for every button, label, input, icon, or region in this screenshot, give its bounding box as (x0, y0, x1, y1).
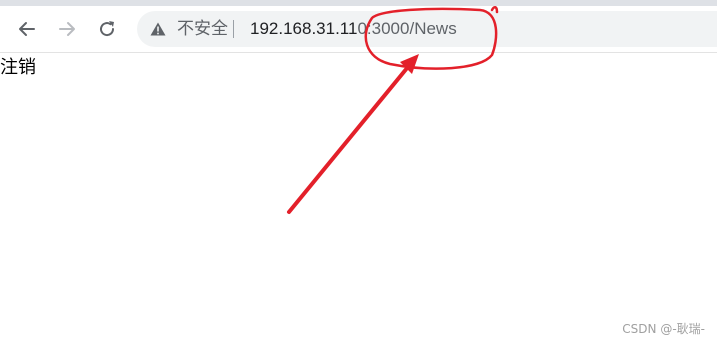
security-status-label[interactable]: 不安全 (177, 11, 228, 47)
logout-link[interactable]: 注销 (0, 57, 36, 79)
annotation-arrowhead (400, 54, 419, 74)
url-port-path: 0:3000/News (357, 19, 457, 38)
arrow-right-icon (59, 22, 75, 36)
warning-icon[interactable] (150, 22, 166, 36)
reload-button[interactable] (90, 12, 124, 46)
url-text[interactable]: 192.168.31.110:3000/News (250, 11, 457, 47)
reload-icon (100, 21, 115, 37)
annotation-arrow (287, 60, 414, 214)
watermark-text: CSDN @-耿瑞- (622, 322, 705, 336)
forward-button[interactable] (50, 12, 84, 46)
browser-toolbar: 不安全 192.168.31.110:3000/News (0, 6, 717, 53)
url-host: 192.168.31.11 (250, 19, 358, 38)
separator (233, 20, 234, 38)
address-bar[interactable]: 不安全 192.168.31.110:3000/News (137, 11, 717, 47)
back-button[interactable] (10, 12, 44, 46)
arrow-left-icon (19, 22, 35, 36)
